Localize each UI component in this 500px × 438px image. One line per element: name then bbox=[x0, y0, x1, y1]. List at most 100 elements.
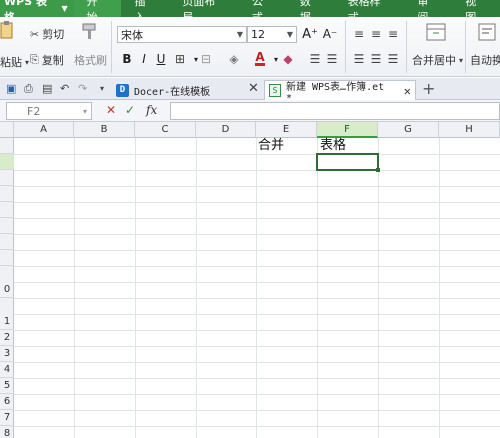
column-header-h[interactable]: H bbox=[439, 122, 500, 138]
quick-access-dropdown-icon[interactable]: ▾ bbox=[100, 84, 104, 93]
font-size-select[interactable]: 12 ▼ bbox=[247, 26, 297, 43]
align-bottom-icon: ≡ bbox=[387, 27, 399, 41]
wrap-text-icon[interactable] bbox=[478, 23, 496, 44]
row-header[interactable] bbox=[0, 218, 14, 234]
merge-center-icon[interactable] bbox=[426, 23, 446, 44]
et-file-icon: S bbox=[269, 84, 281, 97]
cut-button[interactable]: ✂ 剪切 bbox=[30, 26, 64, 42]
undo-icon[interactable]: ↶ bbox=[60, 82, 69, 95]
tab-home[interactable]: 开始 bbox=[73, 0, 122, 24]
auto-wrap-button[interactable]: 自动换行 bbox=[470, 52, 500, 68]
gridline bbox=[14, 266, 500, 267]
column-header-b[interactable]: B bbox=[74, 122, 135, 138]
align-left-button[interactable]: ☰ bbox=[351, 51, 367, 67]
row-header[interactable] bbox=[0, 154, 14, 170]
close-icon[interactable]: ✕ bbox=[248, 81, 259, 96]
row-header[interactable]: 6 bbox=[0, 394, 14, 410]
paste-label[interactable]: 粘贴 ▾ bbox=[0, 54, 29, 70]
row-header[interactable]: 2 bbox=[0, 330, 14, 346]
gridline bbox=[14, 314, 500, 315]
row-header[interactable] bbox=[0, 202, 14, 218]
column-header-d[interactable]: D bbox=[196, 122, 256, 138]
row-header[interactable] bbox=[0, 170, 14, 186]
row-header[interactable]: 3 bbox=[0, 346, 14, 362]
align-middle-button[interactable]: ≡ bbox=[368, 26, 384, 42]
formula-input[interactable] bbox=[170, 102, 500, 120]
row-header[interactable]: 5 bbox=[0, 378, 14, 394]
row-header[interactable]: 1 bbox=[0, 314, 14, 330]
row-header[interactable]: 7 bbox=[0, 410, 14, 426]
column-header-e[interactable]: E bbox=[256, 122, 317, 138]
underline-icon: U bbox=[156, 52, 166, 66]
tab-page-layout[interactable]: 页面布局 bbox=[169, 0, 239, 24]
active-cell-f2[interactable] bbox=[316, 153, 379, 171]
paste-button[interactable] bbox=[0, 20, 14, 40]
row-header[interactable]: 8 bbox=[0, 426, 14, 438]
row-header[interactable]: 4 bbox=[0, 362, 14, 378]
indent-icon: ☰ bbox=[326, 52, 338, 66]
tab-table-style[interactable]: 表格样式 bbox=[335, 0, 405, 24]
clear-format-button[interactable]: ◆ bbox=[280, 51, 296, 67]
font-color-button[interactable]: A bbox=[252, 51, 268, 67]
font-size-value: 12 bbox=[251, 28, 265, 41]
chevron-down-icon: ▾ bbox=[459, 55, 464, 65]
tab-insert[interactable]: 插入 bbox=[121, 0, 169, 24]
gridline bbox=[14, 154, 500, 155]
column-header-g[interactable]: G bbox=[378, 122, 439, 138]
name-box[interactable]: F2 ▾ bbox=[6, 102, 92, 120]
increase-indent-button[interactable]: ☰ bbox=[324, 51, 340, 67]
table-style-icon: ⊟ bbox=[200, 52, 212, 66]
cell-e1[interactable]: 合并 bbox=[258, 138, 284, 154]
tab-formulas[interactable]: 公式 bbox=[239, 0, 287, 24]
cell-f1[interactable]: 表格 bbox=[320, 138, 346, 154]
align-bottom-button[interactable]: ≡ bbox=[385, 26, 401, 42]
bold-icon: B bbox=[122, 52, 132, 66]
tab-view[interactable]: 视图 bbox=[452, 0, 500, 24]
fill-color-button[interactable]: ◈ bbox=[226, 51, 242, 67]
italic-button[interactable]: I bbox=[136, 51, 152, 67]
bold-button[interactable]: B bbox=[119, 51, 135, 67]
font-name-value: 宋体 bbox=[121, 28, 143, 42]
doc-tab-docer[interactable]: D Docer-在线模板 bbox=[112, 80, 214, 100]
tab-review[interactable]: 审阅 bbox=[404, 0, 452, 24]
copy-button[interactable]: ⎘ 复制 bbox=[30, 52, 64, 68]
underline-button[interactable]: U bbox=[153, 51, 169, 67]
print-icon[interactable]: ⎙ bbox=[24, 82, 33, 96]
redo-icon[interactable]: ↷ bbox=[78, 82, 87, 95]
border-button[interactable]: ⊞ bbox=[172, 51, 188, 67]
shrink-font-button[interactable]: A⁻ bbox=[322, 26, 338, 42]
column-header-f[interactable]: F bbox=[317, 122, 378, 138]
decrease-indent-button[interactable]: ☰ bbox=[307, 51, 323, 67]
print-preview-icon[interactable]: ▤ bbox=[42, 82, 52, 95]
align-center-button[interactable]: ☰ bbox=[368, 51, 384, 67]
fill-handle[interactable] bbox=[376, 168, 380, 172]
sheet-grid[interactable]: A B C D E F G H 0 1 2 3 4 5 6 7 8 合并 表格 bbox=[0, 122, 500, 438]
row-header[interactable]: 0 bbox=[0, 282, 14, 298]
select-all-corner[interactable] bbox=[0, 122, 14, 138]
insert-function-icon[interactable]: fx bbox=[146, 103, 157, 117]
row-header[interactable] bbox=[0, 138, 14, 154]
app-menu-button[interactable]: WPS 表格 ▼ bbox=[0, 0, 74, 24]
row-header[interactable] bbox=[0, 234, 14, 250]
format-painter-icon[interactable] bbox=[80, 22, 98, 43]
row-header[interactable] bbox=[0, 186, 14, 202]
row-header[interactable] bbox=[0, 250, 14, 266]
grow-font-button[interactable]: A⁺ bbox=[302, 26, 318, 42]
doc-tab-workbook[interactable]: S 新建 WPS表…作簿.et * ✕ bbox=[264, 80, 416, 104]
new-tab-plus-icon[interactable]: + bbox=[422, 79, 435, 98]
column-header-c[interactable]: C bbox=[135, 122, 196, 138]
gridline bbox=[317, 138, 318, 438]
close-icon[interactable]: ✕ bbox=[404, 84, 411, 98]
merge-style-button[interactable]: ⊟ bbox=[198, 51, 214, 67]
font-name-select[interactable]: 宋体 ▼ bbox=[117, 26, 247, 43]
align-top-button[interactable]: ≡ bbox=[351, 26, 367, 42]
paint-bucket-icon: ◈ bbox=[229, 52, 239, 66]
format-painter-button[interactable]: 格式刷 bbox=[74, 52, 107, 68]
save-icon[interactable]: ▣ bbox=[6, 82, 16, 95]
tab-data[interactable]: 数据 bbox=[287, 0, 335, 24]
cancel-icon[interactable]: ✕ bbox=[106, 103, 116, 117]
confirm-icon[interactable]: ✓ bbox=[125, 103, 135, 117]
column-header-a[interactable]: A bbox=[14, 122, 74, 138]
merge-center-button[interactable]: 合并居中 ▾ bbox=[412, 52, 463, 68]
align-right-button[interactable]: ☰ bbox=[385, 51, 401, 67]
